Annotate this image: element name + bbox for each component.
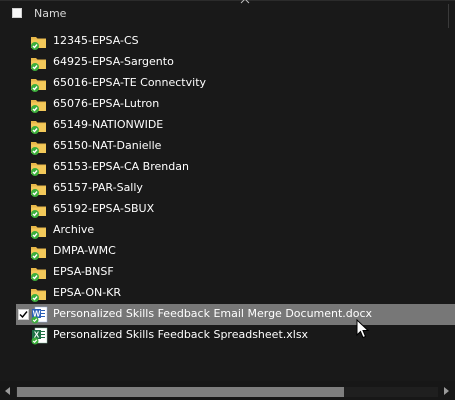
item-name: 65192-EPSA-SBUX <box>53 202 155 215</box>
item-name: 12345-EPSA-CS <box>53 34 139 47</box>
scroll-left-arrow-icon[interactable] <box>3 386 13 396</box>
scrollbar-thumb[interactable] <box>17 387 344 397</box>
scroll-right-arrow-icon[interactable] <box>441 386 451 396</box>
synced-folder-icon <box>30 243 48 261</box>
synced-folder-icon <box>30 159 48 177</box>
folder-row[interactable]: EPSA-BNSF <box>16 262 455 283</box>
select-all-checkbox[interactable] <box>12 8 22 18</box>
folder-row[interactable]: EPSA-ON-KR <box>16 283 455 304</box>
folder-row[interactable]: Archive <box>16 220 455 241</box>
synced-folder-icon <box>30 285 48 303</box>
folder-row[interactable]: 65149-NATIONWIDE <box>16 115 455 136</box>
synced-folder-icon <box>30 180 48 198</box>
row-checkbox-checked-icon[interactable] <box>18 309 29 320</box>
column-header-name[interactable]: Name <box>34 7 66 20</box>
synced-folder-icon <box>30 33 48 51</box>
folder-row[interactable]: 64925-EPSA-Sargento <box>16 52 455 73</box>
item-name: 65149-NATIONWIDE <box>53 118 164 131</box>
item-name: DMPA-WMC <box>53 244 116 257</box>
item-name: Archive <box>53 223 95 236</box>
folder-row[interactable]: 65192-EPSA-SBUX <box>16 199 455 220</box>
synced-folder-icon <box>30 96 48 114</box>
folder-row[interactable]: 12345-EPSA-CS <box>16 31 455 52</box>
excel-document-icon: X <box>30 327 48 345</box>
folder-row[interactable]: 65153-EPSA-CA Brendan <box>16 157 455 178</box>
item-name: 65153-EPSA-CA Brendan <box>53 160 189 173</box>
item-name: 65076-EPSA-Lutron <box>53 97 160 110</box>
item-name: 64925-EPSA-Sargento <box>53 55 174 68</box>
synced-folder-icon <box>30 222 48 240</box>
folder-row[interactable]: 65157-PAR-Sally <box>16 178 455 199</box>
synced-folder-icon <box>30 201 48 219</box>
item-name: 65016-EPSA-TE Connectvity <box>53 76 207 89</box>
item-name: 65157-PAR-Sally <box>53 181 143 194</box>
file-row[interactable]: X Personalized Skills Feedback Spreadshe… <box>16 325 455 346</box>
folder-row[interactable]: DMPA-WMC <box>16 241 455 262</box>
folder-row[interactable]: 65016-EPSA-TE Connectvity <box>16 73 455 94</box>
column-header: Name <box>0 4 455 28</box>
item-name: Personalized Skills Feedback Email Merge… <box>53 307 373 320</box>
horizontal-scrollbar[interactable] <box>0 381 455 400</box>
synced-folder-icon <box>30 75 48 93</box>
top-separator <box>0 0 455 1</box>
file-row[interactable]: W Personalized Skills Feedback Email Mer… <box>16 304 455 325</box>
item-name: EPSA-ON-KR <box>53 286 122 299</box>
synced-folder-icon <box>30 264 48 282</box>
mouse-cursor-icon <box>356 319 370 339</box>
synced-folder-icon <box>30 54 48 72</box>
item-name: Personalized Skills Feedback Spreadsheet… <box>53 328 309 341</box>
synced-folder-icon <box>30 117 48 135</box>
synced-folder-icon <box>30 138 48 156</box>
column-separator[interactable] <box>448 4 449 28</box>
word-document-icon: W <box>30 306 48 324</box>
item-name: EPSA-BNSF <box>53 265 114 278</box>
folder-row[interactable]: 65150-NAT-Danielle <box>16 136 455 157</box>
item-name: 65150-NAT-Danielle <box>53 139 162 152</box>
folder-row[interactable]: 65076-EPSA-Lutron <box>16 94 455 115</box>
